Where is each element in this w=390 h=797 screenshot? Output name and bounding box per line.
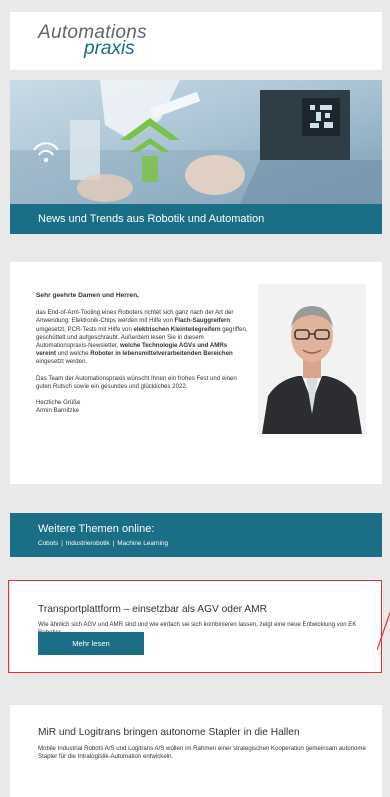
link-kleinteilegreifer[interactable]: elektrischen Kleinteilegreifern <box>134 326 221 333</box>
banner-title: News und Trends aus Robotik und Automati… <box>38 213 265 225</box>
editorial-letter: Sehr geehrte Damen und Herren, das End-o… <box>10 262 382 484</box>
highlight-frame <box>8 580 382 673</box>
letter-closing: Herzliche Grüße <box>36 399 81 407</box>
article-card-mir-logitrans: MiR und Logitrans bringen autonome Stapl… <box>10 705 382 797</box>
link-flach-sauggreifer[interactable]: Flach-Sauggreifern <box>175 317 231 324</box>
header-logo-card: Automations praxis <box>10 12 382 70</box>
link-lebensmittel-roboter[interactable]: Roboter in lebensmittelverarbeitenden Be… <box>90 350 233 357</box>
separator: | <box>61 540 63 547</box>
author-photo <box>258 284 366 434</box>
more-topics-heading: Weitere Themen online: <box>38 523 155 535</box>
topic-link-machine-learning[interactable]: Machine Learning <box>117 540 168 547</box>
annotation-arrow-line <box>377 611 390 650</box>
newsletter-title-banner: News und Trends aus Robotik und Automati… <box>10 204 382 234</box>
text-run: eingesetzt werden. <box>36 358 88 366</box>
article-description: Mobile Industrial Robots A/S und Logitra… <box>38 745 366 760</box>
topic-link-cobots[interactable]: Cobots <box>38 540 58 547</box>
text-run: umgesetzt, PCR-Tests mit Hilfe von <box>36 325 134 333</box>
text-run: und welche <box>55 350 91 358</box>
letter-greeting: Sehr geehrte Damen und Herren, <box>36 292 139 299</box>
letter-paragraph-2: Das Team der Automationspraxis wünscht I… <box>36 374 237 390</box>
letter-text: Sehr geehrte Damen und Herren, das End-o… <box>36 292 248 415</box>
topic-links: Cobots | Industrierobotik | Machine Learning <box>38 540 168 547</box>
topic-link-industrierobotik[interactable]: Industrierobotik <box>66 540 110 547</box>
more-topics-banner: Weitere Themen online: Cobots | Industrier… <box>10 513 382 557</box>
letter-paragraph-1: das End-of-Arm-Tooling eines Roboters ri… <box>36 309 248 366</box>
letter-signature: Armin Barnitzke <box>36 407 80 415</box>
separator: | <box>112 540 115 547</box>
automationspraxis-logo[interactable]: Automations praxis <box>38 22 147 60</box>
hero-image <box>10 80 382 204</box>
article-title[interactable]: MiR und Logitrans bringen autonome Stapl… <box>38 727 300 738</box>
